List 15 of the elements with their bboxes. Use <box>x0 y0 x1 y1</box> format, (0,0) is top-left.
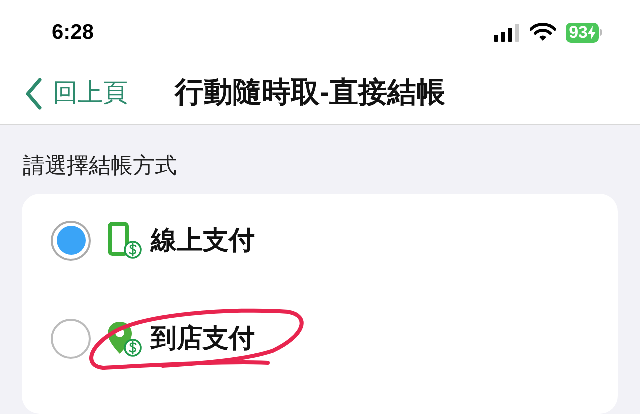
signal-icon <box>494 24 520 42</box>
section-label: 請選擇結帳方式 <box>22 152 178 180</box>
location-money-icon <box>107 320 143 358</box>
radio-button[interactable] <box>51 318 91 358</box>
radio-button[interactable] <box>51 220 91 260</box>
back-chevron-icon <box>25 78 43 110</box>
option-label: 到店支付 <box>151 322 255 355</box>
back-button[interactable]: 回上頁 <box>0 74 160 112</box>
page-title: 行動隨時取-直接結帳 <box>175 76 446 111</box>
wifi-icon <box>530 23 556 42</box>
charging-icon <box>588 26 596 40</box>
battery-percent: 93 <box>569 24 588 41</box>
status-time: 6:28 <box>52 20 94 46</box>
option-label: 線上支付 <box>151 224 255 257</box>
phone-money-icon <box>107 222 143 260</box>
